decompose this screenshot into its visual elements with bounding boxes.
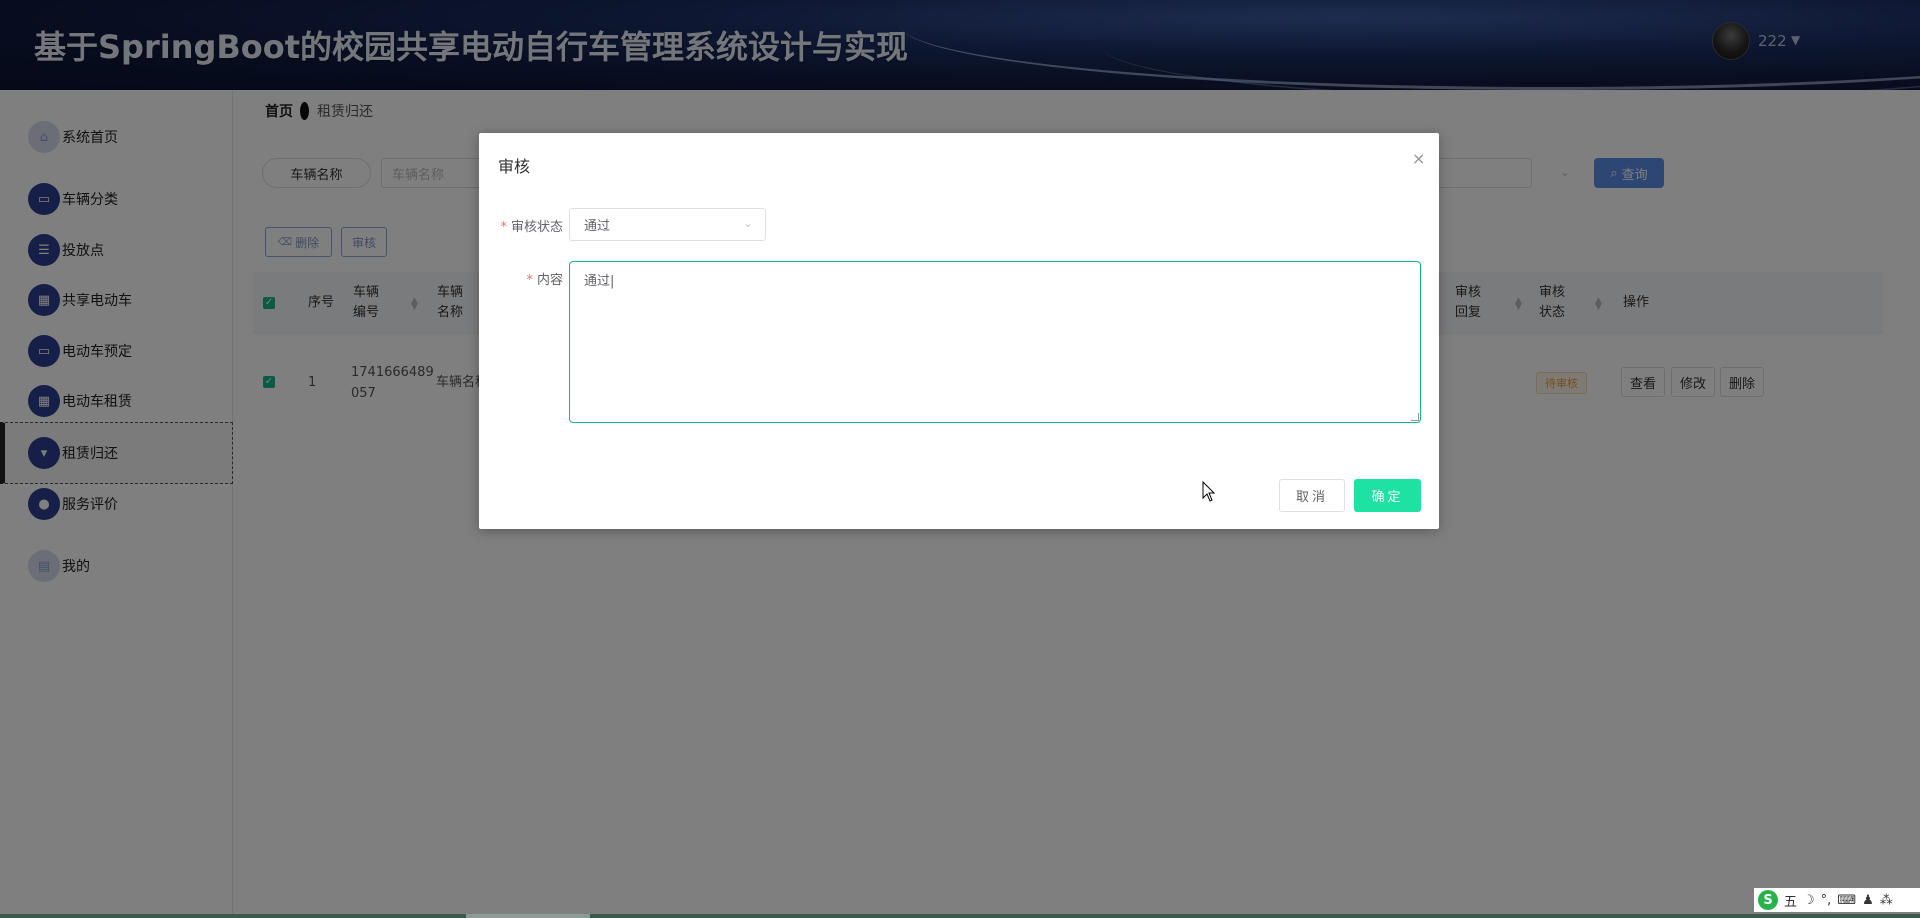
content-textarea[interactable]: 通过| [569,261,1421,423]
chevron-down-icon: ⌄ [742,216,753,230]
ime-logo-icon[interactable]: S [1758,890,1778,910]
ime-toolbar: S 五 ☽ °, ⌨ ♟ ⁂ [1754,888,1920,912]
close-icon[interactable]: × [1412,149,1425,168]
taskbar-strip [0,914,1920,918]
taskbar-segment [466,914,590,918]
content-field-label-text: 内容 [536,273,563,288]
audit-dialog: 审核 × * 审核状态 通过 ⌄ * 内容 通过| 取消 确定 [479,133,1439,529]
confirm-button[interactable]: 确定 [1354,479,1421,512]
status-select[interactable]: 通过 ⌄ [569,208,766,241]
status-field-label: * 审核状态 [497,216,563,235]
user-icon[interactable]: ♟ [1862,893,1874,908]
content-field-label: * 内容 [497,269,563,288]
mouse-cursor-icon [1202,481,1216,502]
status-field-label-text: 审核状态 [510,220,563,235]
cancel-button[interactable]: 取消 [1279,479,1345,512]
resize-handle-icon[interactable] [1411,413,1419,421]
ime-mode[interactable]: 五 [1784,891,1797,910]
keyboard-icon[interactable]: ⌨ [1837,893,1856,908]
required-mark: * [526,273,533,288]
dialog-title: 审核 [498,157,531,176]
required-mark: * [500,220,507,235]
more-icon[interactable]: ⁂ [1880,893,1893,908]
status-select-value: 通过 [584,219,611,234]
punctuation-icon[interactable]: °, [1821,893,1832,908]
moon-icon[interactable]: ☽ [1803,893,1815,908]
